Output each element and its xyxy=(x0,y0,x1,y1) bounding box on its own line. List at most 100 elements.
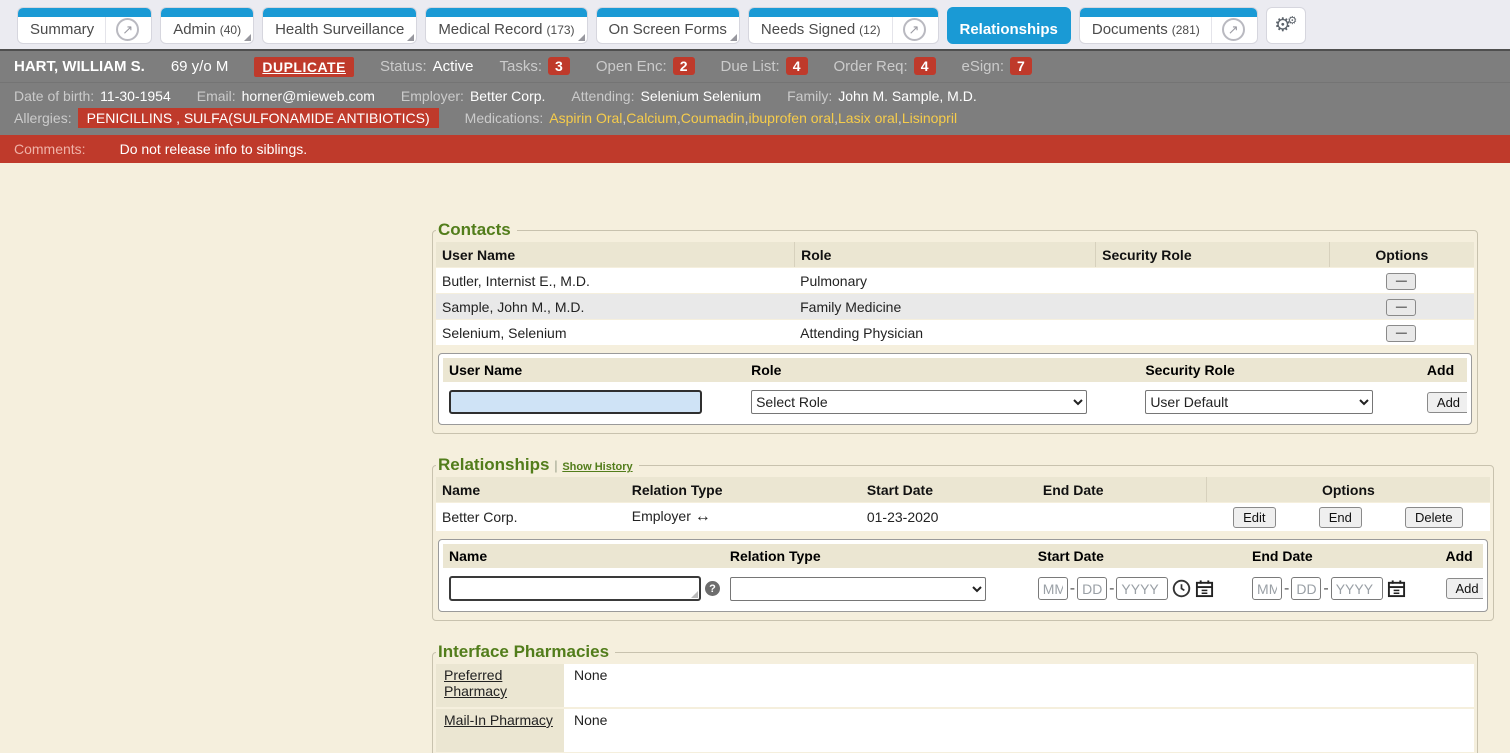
tab-label: On Screen Forms xyxy=(609,21,727,38)
due-list-group: Due List:4 xyxy=(721,58,808,75)
external-arrow-icon: ↗ xyxy=(903,18,926,41)
add-relationship-button[interactable]: Add xyxy=(1446,578,1484,599)
tab-summary[interactable]: Summary ↗ xyxy=(17,7,152,44)
patient-age-sex: 69 y/o M xyxy=(171,58,229,75)
relationship-type: Employer ↔ xyxy=(626,508,861,526)
dropdown-fold-icon xyxy=(244,34,251,41)
tab-count: (281) xyxy=(1172,23,1200,37)
relationship-name-input[interactable] xyxy=(449,576,701,601)
col-security-role: Security Role xyxy=(1095,242,1329,267)
relationships-title: Relationships | Show History xyxy=(436,455,639,475)
mail-in-pharmacy-link[interactable]: Mail-In Pharmacy xyxy=(444,712,553,728)
medication-item[interactable]: Coumadin xyxy=(681,110,749,126)
col-end-date: End Date xyxy=(1246,548,1439,564)
open-enc-badge[interactable]: 2 xyxy=(673,57,695,75)
help-icon[interactable]: ? xyxy=(705,581,720,596)
order-req-group: Order Req:4 xyxy=(834,58,936,75)
tab-admin[interactable]: Admin (40) xyxy=(160,7,254,44)
tab-needs-signed[interactable]: Needs Signed (12) ↗ xyxy=(748,7,939,44)
col-end-date: End Date xyxy=(1037,482,1206,498)
remove-contact-button[interactable]: — xyxy=(1386,273,1416,290)
open-enc-group: Open Enc:2 xyxy=(596,58,695,75)
pharmacies-title: Interface Pharmacies xyxy=(436,642,615,662)
contact-user-name: Sample, John M., M.D. xyxy=(436,299,794,315)
medication-item[interactable]: ibuprofen oral xyxy=(748,110,838,126)
esign-badge[interactable]: 7 xyxy=(1010,57,1032,75)
tasks-badge[interactable]: 3 xyxy=(548,57,570,75)
start-month-input[interactable] xyxy=(1038,577,1068,600)
col-relation-type: Relation Type xyxy=(626,482,861,498)
add-contact-button[interactable]: Add xyxy=(1427,392,1467,413)
show-history-link[interactable]: Show History xyxy=(562,461,632,473)
delete-relationship-button[interactable]: Delete xyxy=(1405,507,1463,528)
due-list-badge[interactable]: 4 xyxy=(786,57,808,75)
medication-item[interactable]: Aspirin Oral xyxy=(549,110,626,126)
tab-health-surveillance[interactable]: Health Surveillance xyxy=(262,7,417,44)
tab-count: (40) xyxy=(220,23,241,37)
col-name: Name xyxy=(436,482,626,498)
col-security-role: Security Role xyxy=(1139,362,1421,378)
tab-label: Health Surveillance xyxy=(275,21,404,38)
contact-row: Butler, Internist E., M.D. Pulmonary — xyxy=(436,268,1474,293)
patient-header-bar: HART, WILLIAM S. 69 y/o M DUPLICATE Stat… xyxy=(0,49,1510,82)
edit-relationship-button[interactable]: Edit xyxy=(1233,507,1275,528)
comments-bar: Comments: Do not release info to sibling… xyxy=(0,135,1510,163)
tab-documents[interactable]: Documents (281) ↗ xyxy=(1079,7,1258,44)
contact-role-select[interactable]: Select Role xyxy=(751,390,1087,414)
dropdown-fold-icon xyxy=(578,34,585,41)
contact-security-role-select[interactable]: User Default xyxy=(1145,390,1373,414)
dropdown-fold-icon xyxy=(730,34,737,41)
open-in-new-button[interactable]: ↗ xyxy=(1211,16,1245,43)
patient-name: HART, WILLIAM S. xyxy=(14,58,145,75)
end-month-input[interactable] xyxy=(1252,577,1282,600)
relationship-row: Better Corp. Employer ↔ 01-23-2020 Edit … xyxy=(436,503,1490,531)
calendar-icon[interactable] xyxy=(1387,579,1406,598)
medications-field: Medications: Aspirin OralCalciumCoumadin… xyxy=(465,110,957,126)
contact-role: Pulmonary xyxy=(794,273,1095,289)
bidirectional-arrow-icon: ↔ xyxy=(695,508,711,525)
tab-medical-record[interactable]: Medical Record (173) xyxy=(425,7,587,44)
contact-row: Sample, John M., M.D. Family Medicine — xyxy=(436,294,1474,319)
preferred-pharmacy-link[interactable]: Preferred Pharmacy xyxy=(444,667,507,699)
comments-label: Comments: xyxy=(14,141,86,157)
duplicate-flag[interactable]: DUPLICATE xyxy=(254,57,354,77)
medication-item[interactable]: Calcium xyxy=(626,110,680,126)
start-day-input[interactable] xyxy=(1077,577,1107,600)
end-relationship-button[interactable]: End xyxy=(1319,507,1362,528)
col-name: Name xyxy=(443,548,724,564)
medication-item[interactable]: Lisinopril xyxy=(902,110,957,126)
relation-type-select[interactable] xyxy=(730,577,986,601)
tasks-group: Tasks:3 xyxy=(500,58,570,75)
pharmacies-section: Interface Pharmacies Preferred Pharmacy … xyxy=(432,642,1478,753)
tab-relationships[interactable]: Relationships xyxy=(947,7,1071,44)
medication-item[interactable]: Lasix oral xyxy=(838,110,902,126)
family-field: Family:John M. Sample, M.D. xyxy=(787,88,977,104)
settings-button[interactable]: ⚙⚙ xyxy=(1266,7,1306,44)
tab-label: Relationships xyxy=(960,21,1058,38)
col-relation-type: Relation Type xyxy=(724,548,1032,564)
add-contact-header: User Name Role Security Role Add xyxy=(443,358,1467,382)
end-year-input[interactable] xyxy=(1331,577,1383,600)
order-req-badge[interactable]: 4 xyxy=(914,57,936,75)
contacts-title: Contacts xyxy=(436,220,517,240)
tab-label: Documents xyxy=(1092,21,1168,38)
allergies-alert[interactable]: PENICILLINS , SULFA(SULFONAMIDE ANTIBIOT… xyxy=(78,108,439,128)
open-in-new-button[interactable]: ↗ xyxy=(105,16,139,43)
end-day-input[interactable] xyxy=(1291,577,1321,600)
add-contact-row: Select Role User Default Add xyxy=(443,382,1467,420)
remove-contact-button[interactable]: — xyxy=(1386,325,1416,342)
mail-in-pharmacy-value: None xyxy=(564,709,1474,752)
remove-contact-button[interactable]: — xyxy=(1386,299,1416,316)
open-in-new-button[interactable]: ↗ xyxy=(892,16,926,43)
calendar-icon[interactable] xyxy=(1195,579,1214,598)
tab-count: (173) xyxy=(547,23,575,37)
patient-details-bar: Date of birth:11-30-1954 Email:horner@mi… xyxy=(0,82,1510,135)
pharmacy-row: Preferred Pharmacy None xyxy=(436,664,1474,707)
status-group: Status:Active xyxy=(380,58,474,75)
tab-on-screen-forms[interactable]: On Screen Forms xyxy=(596,7,740,44)
start-year-input[interactable] xyxy=(1116,577,1168,600)
clock-icon[interactable] xyxy=(1172,579,1191,598)
contact-user-name-input[interactable] xyxy=(449,390,702,414)
external-arrow-icon: ↗ xyxy=(1222,18,1245,41)
tab-bar: Summary ↗ Admin (40) Health Surveillance… xyxy=(0,0,1510,49)
